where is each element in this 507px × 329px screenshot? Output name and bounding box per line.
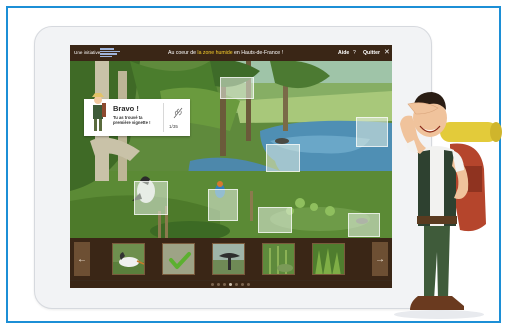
cormorant-thumbnail[interactable]	[212, 243, 245, 275]
page-title: Au coeur de la zone humide en Hauts-de-F…	[168, 49, 284, 56]
popup-message: Tu as trouvé ta première vignette !	[113, 115, 151, 125]
page-dot-active[interactable]	[229, 283, 232, 286]
wetland-scene[interactable]: Bravo ! Tu as trouvé ta première vignett…	[70, 61, 392, 238]
page-dot[interactable]	[223, 283, 226, 286]
region-logo	[100, 48, 122, 58]
top-bar: Une initiative Au coeur de la zone humid…	[70, 45, 392, 61]
hiker-mascot	[400, 92, 502, 310]
page-dot[interactable]	[247, 283, 250, 286]
quit-button[interactable]: Quitter	[363, 50, 380, 56]
previous-arrow-icon[interactable]: ←	[74, 242, 90, 276]
close-icon[interactable]: ✕	[384, 48, 390, 56]
hidden-spot[interactable]	[258, 207, 292, 233]
reeds-thumbnail[interactable]	[262, 243, 295, 275]
checkmark-icon	[163, 244, 194, 274]
help-button[interactable]: Aide	[338, 50, 349, 56]
checked-thumbnail[interactable]	[162, 243, 195, 275]
game-screen: Une initiative Au coeur de la zone humid…	[70, 45, 392, 288]
hidden-spot[interactable]	[348, 213, 380, 237]
hiker-avatar-icon	[92, 93, 106, 131]
success-popup: Bravo ! Tu as trouvé ta première vignett…	[84, 93, 190, 136]
initiative-label: Une initiative	[74, 50, 101, 55]
found-counter: 1/35	[169, 124, 178, 129]
hidden-spot[interactable]	[220, 77, 254, 99]
hidden-spot[interactable]	[208, 189, 238, 221]
grass-thumbnail[interactable]	[312, 243, 345, 275]
help-icon[interactable]: ?	[353, 50, 356, 56]
thumbnail-carousel: ← →	[70, 238, 392, 280]
hidden-spot[interactable]	[266, 144, 300, 172]
page-dot[interactable]	[211, 283, 214, 286]
hidden-spot[interactable]	[134, 181, 168, 215]
page-dot[interactable]	[217, 283, 220, 286]
popup-title: Bravo !	[113, 104, 139, 113]
page-dot[interactable]	[235, 283, 238, 286]
leaf-icon	[173, 107, 183, 119]
popup-divider	[163, 103, 164, 132]
heron-thumbnail[interactable]	[112, 243, 145, 275]
page-dot[interactable]	[241, 283, 244, 286]
page-indicator	[70, 281, 392, 288]
